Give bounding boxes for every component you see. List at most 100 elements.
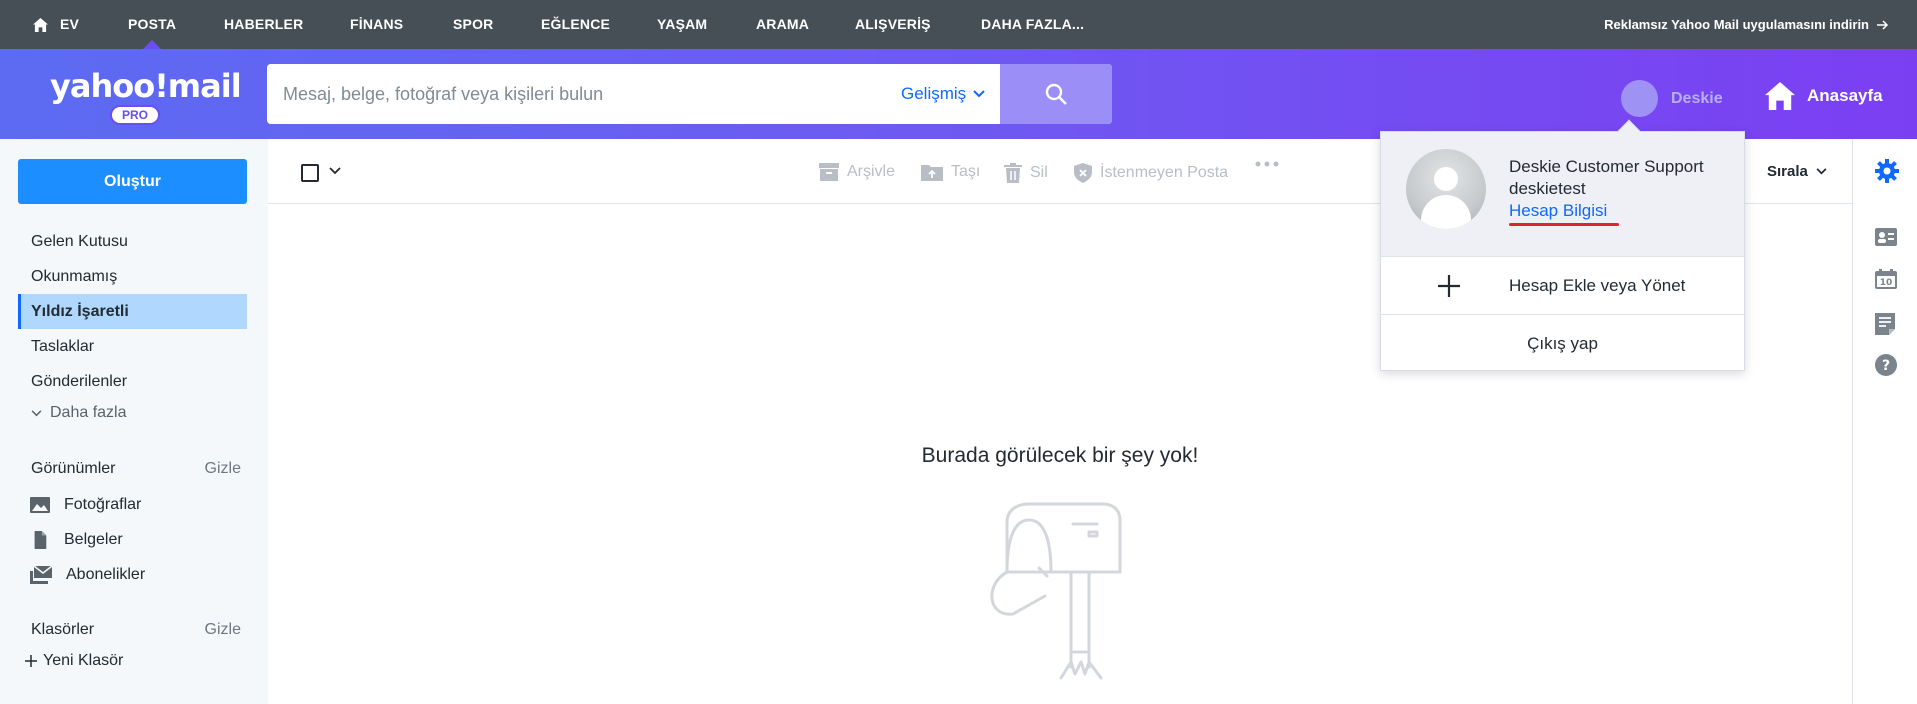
folders-title: Klasörler: [31, 621, 95, 638]
top-navigation: EV POSTA HABERLER FİNANS SPOR EĞLENCE YA…: [0, 0, 1917, 49]
archive-button[interactable]: Arşivle: [819, 163, 895, 181]
mailbox-illustration: [990, 502, 1122, 680]
nav-arama[interactable]: ARAMA: [756, 0, 809, 49]
select-all-checkbox[interactable]: [301, 164, 319, 182]
nav-haberler[interactable]: HABERLER: [224, 0, 303, 49]
sidebar-item-drafts[interactable]: Taslaklar: [18, 329, 247, 364]
more-actions-button[interactable]: [1255, 161, 1279, 167]
yahoo-mail-logo[interactable]: yahoo!mail PRO: [50, 67, 242, 125]
search-bar: Gelişmiş: [267, 64, 1112, 124]
app-promo-link[interactable]: Reklamsız Yahoo Mail uygulamasını indiri…: [1604, 0, 1889, 49]
account-summary: Deskie Customer Support deskietest Hesap…: [1381, 132, 1744, 256]
avatar: [1621, 80, 1658, 117]
folders-header: Klasörler Gizle: [31, 615, 241, 645]
view-item-subscriptions[interactable]: Abonelikler: [18, 557, 247, 592]
view-item-label: Belgeler: [64, 530, 123, 548]
nav-spor[interactable]: SPOR: [453, 0, 493, 49]
move-label: Taşı: [951, 163, 981, 180]
gear-icon[interactable]: [1875, 159, 1899, 183]
contacts-icon[interactable]: [1875, 228, 1897, 246]
home-icon: [33, 17, 48, 32]
nav-home-label: EV: [60, 16, 80, 32]
add-manage-label: Hesap Ekle veya Yönet: [1509, 275, 1686, 295]
sidebar-item-starred[interactable]: Yıldız İşaretli: [18, 294, 247, 329]
spam-label: İstenmeyen Posta: [1100, 164, 1229, 181]
profile-name: Deskie: [1671, 89, 1723, 107]
highlight-underline: [1509, 223, 1619, 226]
search-input[interactable]: [267, 64, 997, 124]
logout-button[interactable]: Çıkış yap: [1381, 314, 1744, 372]
advanced-search-button[interactable]: Gelişmiş: [901, 64, 985, 124]
calendar-icon[interactable]: 10: [1875, 269, 1897, 289]
profile-button[interactable]: Deskie: [1621, 80, 1723, 117]
move-button[interactable]: Taşı: [921, 163, 980, 181]
chevron-down-icon: [31, 409, 42, 416]
new-folder-button[interactable]: Yeni Klasör: [25, 652, 123, 670]
delete-button[interactable]: Sil: [1004, 163, 1048, 183]
archive-label: Arşivle: [847, 163, 896, 180]
help-icon[interactable]: ?: [1875, 354, 1897, 376]
svg-text:?: ?: [1882, 358, 1890, 374]
nav-posta[interactable]: POSTA: [128, 0, 176, 49]
sidebar-item-inbox[interactable]: Gelen Kutusu: [18, 224, 247, 259]
chevron-down-icon[interactable]: [329, 167, 341, 175]
logout-label: Çıkış yap: [1527, 333, 1598, 353]
advanced-search-label: Gelişmiş: [901, 84, 967, 103]
spam-button[interactable]: İstenmeyen Posta: [1074, 163, 1228, 183]
arrow-right-icon: [1877, 19, 1889, 30]
app-promo-label: Reklamsız Yahoo Mail uygulamasını indiri…: [1604, 17, 1869, 32]
more-folders-toggle[interactable]: Daha fazla: [31, 404, 127, 422]
right-rail: 10 ?: [1852, 139, 1917, 704]
folders-hide-button[interactable]: Gizle: [205, 615, 241, 645]
view-item-label: Abonelikler: [66, 565, 146, 583]
nav-home[interactable]: EV: [33, 0, 79, 49]
search-button[interactable]: [1000, 64, 1112, 124]
account-info-link[interactable]: Hesap Bilgisi: [1509, 201, 1607, 221]
svg-text:10: 10: [1880, 278, 1893, 288]
sidebar: Oluştur Gelen Kutusu Okunmamış Yıldız İş…: [0, 139, 268, 704]
more-dots-icon: [1255, 161, 1279, 167]
image-icon: [30, 496, 50, 513]
home-button[interactable]: Anasayfa: [1765, 82, 1883, 110]
nav-finans[interactable]: FİNANS: [350, 0, 403, 49]
subscriptions-icon: [30, 565, 52, 584]
avatar: [1406, 149, 1486, 229]
views-header: Görünümler Gizle: [31, 454, 241, 484]
archive-icon: [819, 163, 839, 181]
move-icon: [921, 165, 943, 181]
pro-badge: PRO: [110, 105, 161, 125]
document-icon: [34, 530, 47, 549]
plus-icon: [1438, 275, 1460, 297]
view-item-label: Fotoğraflar: [64, 495, 142, 513]
shield-icon: [1074, 163, 1092, 183]
nav-daha-fazla[interactable]: DAHA FAZLA...: [981, 0, 1084, 49]
delete-label: Sil: [1030, 164, 1048, 181]
plus-icon: [25, 655, 37, 667]
sidebar-item-sent[interactable]: Gönderilenler: [18, 364, 247, 399]
chevron-down-icon: [1816, 168, 1827, 175]
chevron-down-icon: [973, 90, 985, 98]
search-icon: [1045, 83, 1067, 105]
sidebar-item-unread[interactable]: Okunmamış: [18, 259, 247, 294]
trash-icon: [1004, 163, 1022, 183]
views-hide-button[interactable]: Gizle: [205, 454, 241, 484]
compose-button[interactable]: Oluştur: [18, 159, 247, 204]
notepad-icon[interactable]: [1875, 313, 1895, 335]
nav-eglence[interactable]: EĞLENCE: [541, 0, 610, 49]
nav-alisveris[interactable]: ALIŞVERİŞ: [855, 0, 931, 49]
account-menu: Deskie Customer Support deskietest Hesap…: [1380, 119, 1745, 372]
more-folders-label: Daha fazla: [50, 404, 127, 421]
views-title: Görünümler: [31, 460, 116, 477]
view-item-documents[interactable]: Belgeler: [18, 522, 247, 557]
view-item-photos[interactable]: Fotoğraflar: [18, 487, 247, 522]
add-manage-accounts-button[interactable]: Hesap Ekle veya Yönet: [1381, 256, 1744, 314]
home-icon: [1765, 82, 1795, 110]
account-username: deskietest: [1509, 179, 1586, 198]
logo-wordmark: yahoo!mail: [50, 67, 242, 105]
nav-yasam[interactable]: YAŞAM: [657, 0, 707, 49]
empty-state-message: Burada görülecek bir şey yok!: [921, 444, 1199, 467]
account-name: Deskie Customer Support: [1509, 157, 1704, 176]
home-label: Anasayfa: [1807, 86, 1883, 105]
sort-button[interactable]: Sırala: [1767, 163, 1827, 180]
new-folder-label: Yeni Klasör: [43, 652, 124, 669]
